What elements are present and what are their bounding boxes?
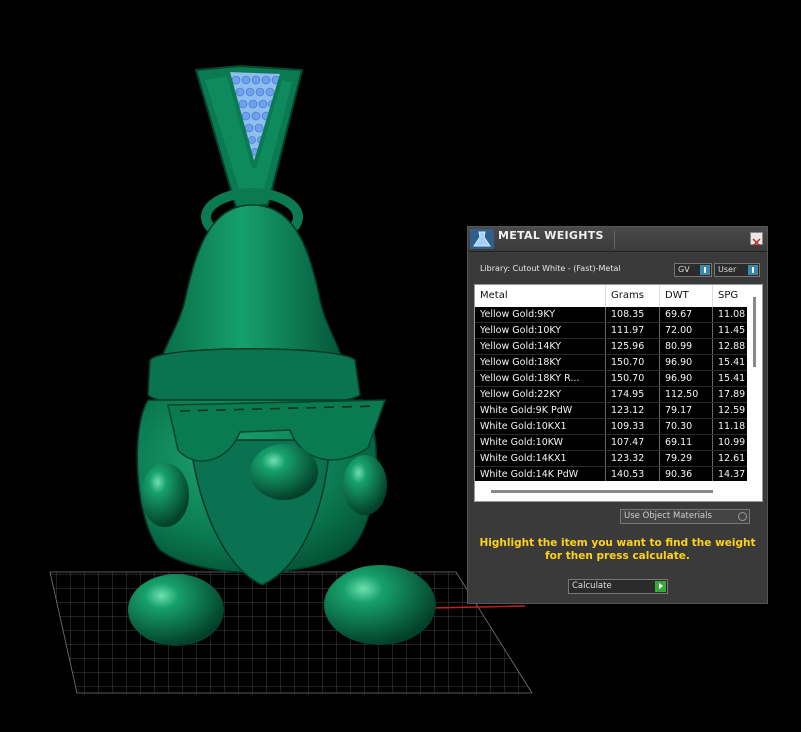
dropdown-arrow-icon bbox=[748, 265, 758, 275]
cell-grams: 150.70 bbox=[606, 371, 660, 386]
table-row[interactable]: Yellow Gold:18KY 150.70 96.90 15.41 bbox=[475, 355, 747, 371]
table-header-row: Metal Grams DWT SPG bbox=[475, 285, 747, 307]
cell-metal: Yellow Gold:18KY R... bbox=[475, 371, 606, 386]
cell-spg: 15.41 bbox=[713, 355, 747, 370]
vertical-scrollbar[interactable] bbox=[747, 285, 762, 485]
gnome-pendant-model[interactable] bbox=[128, 64, 436, 646]
cell-dwt: 72.00 bbox=[660, 323, 713, 338]
metal-table[interactable]: Metal Grams DWT SPG Yellow Gold:9KY 108.3… bbox=[474, 284, 763, 502]
cell-grams: 123.32 bbox=[606, 451, 660, 466]
cell-dwt: 79.17 bbox=[660, 403, 713, 418]
calculate-label: Calculate bbox=[572, 581, 612, 591]
table-row[interactable]: Yellow Gold:22KY 174.95 112.50 17.89 bbox=[475, 387, 747, 403]
cell-metal: Yellow Gold:14KY bbox=[475, 339, 606, 354]
dropdown-arrow-icon bbox=[700, 265, 710, 275]
cell-dwt: 90.36 bbox=[660, 467, 713, 481]
column-header-dwt[interactable]: DWT bbox=[660, 285, 713, 307]
cell-grams: 107.47 bbox=[606, 435, 660, 450]
use-object-materials-label: Use Object Materials bbox=[624, 511, 712, 521]
cell-grams: 108.35 bbox=[606, 307, 660, 322]
table-row[interactable]: White Gold:10KW 107.47 69.11 10.99 bbox=[475, 435, 747, 451]
cell-spg: 11.45 bbox=[713, 323, 747, 338]
cell-metal: White Gold:10KW bbox=[475, 435, 606, 450]
table-row[interactable]: White Gold:14K PdW 140.53 90.36 14.37 bbox=[475, 467, 747, 481]
ground-grid bbox=[49, 571, 533, 694]
title-divider bbox=[614, 231, 615, 249]
cell-spg: 10.99 bbox=[713, 435, 747, 450]
metal-weights-panel: METAL WEIGHTS Library: Cutout White - (F… bbox=[467, 226, 768, 604]
cell-metal: Yellow Gold:22KY bbox=[475, 387, 606, 402]
cell-spg: 12.88 bbox=[713, 339, 747, 354]
cell-grams: 125.96 bbox=[606, 339, 660, 354]
column-header-spg[interactable]: SPG bbox=[713, 285, 747, 307]
table-row[interactable]: Yellow Gold:14KY 125.96 80.99 12.88 bbox=[475, 339, 747, 355]
scroll-thumb[interactable] bbox=[753, 297, 756, 367]
cell-metal: Yellow Gold:9KY bbox=[475, 307, 606, 322]
panel-title: METAL WEIGHTS bbox=[498, 229, 604, 242]
panel-titlebar[interactable]: METAL WEIGHTS bbox=[468, 227, 767, 252]
cell-metal: White Gold:9K PdW bbox=[475, 403, 606, 418]
cell-dwt: 96.90 bbox=[660, 371, 713, 386]
cell-metal: Yellow Gold:18KY bbox=[475, 355, 606, 370]
table-row[interactable]: White Gold:10KX1 109.33 70.30 11.18 bbox=[475, 419, 747, 435]
cell-dwt: 96.90 bbox=[660, 355, 713, 370]
cell-grams: 140.53 bbox=[606, 467, 660, 481]
gv-dropdown-label: GV bbox=[678, 265, 690, 274]
calculate-button[interactable]: Calculate bbox=[568, 579, 668, 594]
cell-metal: White Gold:14KX1 bbox=[475, 451, 606, 466]
cell-metal: White Gold:10KX1 bbox=[475, 419, 606, 434]
cell-grams: 109.33 bbox=[606, 419, 660, 434]
cell-dwt: 79.29 bbox=[660, 451, 713, 466]
column-header-metal[interactable]: Metal bbox=[475, 285, 606, 307]
horizontal-scrollbar[interactable] bbox=[475, 483, 747, 501]
user-dropdown[interactable]: User bbox=[714, 263, 760, 277]
cell-dwt: 69.67 bbox=[660, 307, 713, 322]
scroll-thumb[interactable] bbox=[491, 490, 713, 493]
column-header-grams[interactable]: Grams bbox=[606, 285, 660, 307]
table-row[interactable]: Yellow Gold:9KY 108.35 69.67 11.08 bbox=[475, 307, 747, 323]
cell-spg: 12.61 bbox=[713, 451, 747, 466]
cell-spg: 11.18 bbox=[713, 419, 747, 434]
cell-spg: 11.08 bbox=[713, 307, 747, 322]
instruction-text: Highlight the item you want to find the … bbox=[479, 537, 756, 562]
cell-dwt: 112.50 bbox=[660, 387, 713, 402]
cell-grams: 174.95 bbox=[606, 387, 660, 402]
flask-icon bbox=[470, 229, 494, 249]
cell-spg: 15.41 bbox=[713, 371, 747, 386]
user-dropdown-label: User bbox=[718, 265, 737, 274]
use-object-materials-toggle[interactable]: Use Object Materials bbox=[620, 509, 750, 524]
cell-metal: Yellow Gold:10KY bbox=[475, 323, 606, 338]
table-row[interactable]: White Gold:14KX1 123.32 79.29 12.61 bbox=[475, 451, 747, 467]
cell-spg: 14.37 bbox=[713, 467, 747, 481]
cell-grams: 111.97 bbox=[606, 323, 660, 338]
cell-grams: 150.70 bbox=[606, 355, 660, 370]
toggle-circle-icon bbox=[738, 512, 747, 521]
play-icon bbox=[655, 581, 666, 592]
library-label: Library: Cutout White - (Fast)-Metal bbox=[480, 264, 621, 273]
close-icon bbox=[752, 238, 761, 247]
cell-dwt: 80.99 bbox=[660, 339, 713, 354]
table-row[interactable]: Yellow Gold:18KY R... 150.70 96.90 15.41 bbox=[475, 371, 747, 387]
cell-metal: White Gold:14K PdW bbox=[475, 467, 606, 481]
table-row[interactable]: White Gold:9K PdW 123.12 79.17 12.59 bbox=[475, 403, 747, 419]
cell-spg: 17.89 bbox=[713, 387, 747, 402]
cell-dwt: 70.30 bbox=[660, 419, 713, 434]
cell-dwt: 69.11 bbox=[660, 435, 713, 450]
cell-spg: 12.59 bbox=[713, 403, 747, 418]
gv-dropdown[interactable]: GV bbox=[674, 263, 712, 277]
table-row[interactable]: Yellow Gold:10KY 111.97 72.00 11.45 bbox=[475, 323, 747, 339]
cell-grams: 123.12 bbox=[606, 403, 660, 418]
close-button[interactable] bbox=[750, 232, 763, 247]
